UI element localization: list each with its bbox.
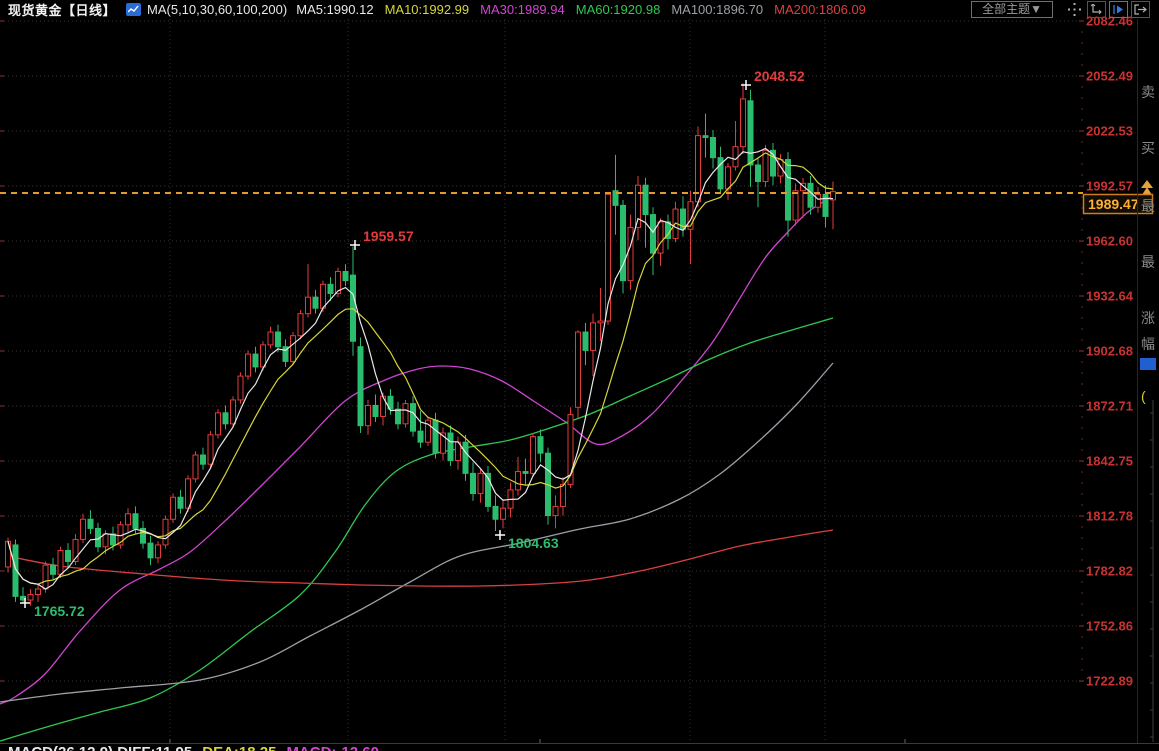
- axis-price-label: 2052.49: [1086, 69, 1133, 84]
- axis-price-label: 1722.89: [1086, 674, 1133, 689]
- axis-price-label: 1842.75: [1086, 454, 1133, 469]
- ma-line-ma200: [12, 530, 833, 586]
- ma-line-ma100: [0, 363, 833, 702]
- axis-price-label: 1962.60: [1086, 234, 1133, 249]
- macd-value: MACD(26,12,9) DIFF:11.95: [8, 744, 192, 751]
- gridlines: [0, 19, 1080, 744]
- instrument-title: 现货黄金【日线】: [8, 0, 116, 19]
- chart-toolbar: [1065, 1, 1153, 18]
- ma-legend-item: MA200:1806.09: [774, 2, 866, 17]
- quote-label-fragment: 幅: [1141, 334, 1155, 354]
- theme-selector-dropdown[interactable]: 全部主题▼: [971, 1, 1053, 18]
- axis-scale-icon[interactable]: [1087, 1, 1106, 18]
- long-ma-lines: [0, 196, 833, 741]
- top-bar: 现货黄金【日线】 MA(5,10,30,60,100,200) MA5:1990…: [0, 0, 1159, 19]
- kline-chart-icon[interactable]: [126, 3, 141, 16]
- quote-label-fragment: 涨: [1141, 308, 1155, 328]
- axis-price-label: 1782.82: [1086, 564, 1133, 579]
- extreme-price-label: 1959.57: [363, 228, 414, 244]
- candlestick-chart[interactable]: 2082.462052.492022.531992.571962.601932.…: [0, 0, 1159, 751]
- axis-price-label: 1812.78: [1086, 509, 1133, 524]
- extreme-price-label: 1804.63: [508, 535, 559, 551]
- ma-line-ma30: [0, 196, 833, 704]
- macd-value: DEA:18.25: [202, 744, 276, 751]
- price-annotations: 2048.52 1959.57 1804.63 1765.72: [20, 68, 805, 619]
- macd-value: MACD:-12.60: [286, 744, 379, 751]
- macd-indicator-bar[interactable]: MACD(26,12,9) DIFF:11.95 DEA:18.25 MACD:-1…: [8, 744, 389, 751]
- quote-label-fragment: 买: [1141, 138, 1155, 158]
- quote-panel-sliver: 卖买最最涨幅(: [1137, 19, 1159, 743]
- current-price-value: 1989.47: [1088, 196, 1139, 212]
- axis-price-label: 1902.68: [1086, 344, 1133, 359]
- quote-value-fragment: (: [1141, 388, 1146, 404]
- trading-app: 2082.462052.492022.531992.571962.601932.…: [0, 0, 1159, 751]
- quote-label-fragment: 最: [1141, 252, 1155, 272]
- play-line-icon[interactable]: [1109, 1, 1128, 18]
- quote-label-fragment: 最: [1141, 196, 1155, 216]
- move-icon[interactable]: [1065, 1, 1084, 18]
- axis-price-label: 1872.71: [1086, 399, 1133, 414]
- extreme-price-label: 2048.52: [754, 68, 805, 84]
- axis-price-label: 1992.57: [1086, 179, 1133, 194]
- ma-legend: MA5:1990.12 MA10:1992.99 MA30:1989.94 MA60:…: [296, 2, 877, 17]
- axis-price-label: 2022.53: [1086, 124, 1133, 139]
- ma-legend-item: MA10:1992.99: [385, 2, 470, 17]
- quote-label-fragment: 卖: [1141, 82, 1155, 102]
- tab-fragment[interactable]: [1140, 358, 1156, 370]
- axis-price-label: 1752.86: [1086, 619, 1133, 634]
- ma-legend-item: MA100:1896.70: [671, 2, 763, 17]
- pop-out-icon[interactable]: [1131, 1, 1150, 18]
- axis-price-label: 1932.64: [1086, 289, 1134, 304]
- ma-legend-item: MA30:1989.94: [480, 2, 565, 17]
- ma-group-label: MA(5,10,30,60,100,200): [147, 2, 287, 17]
- ma-line-ma60: [0, 318, 833, 741]
- ma-legend-item: MA60:1920.98: [576, 2, 661, 17]
- ma-legend-item: MA5:1990.12: [296, 2, 373, 17]
- extreme-price-label: 1765.72: [34, 603, 85, 619]
